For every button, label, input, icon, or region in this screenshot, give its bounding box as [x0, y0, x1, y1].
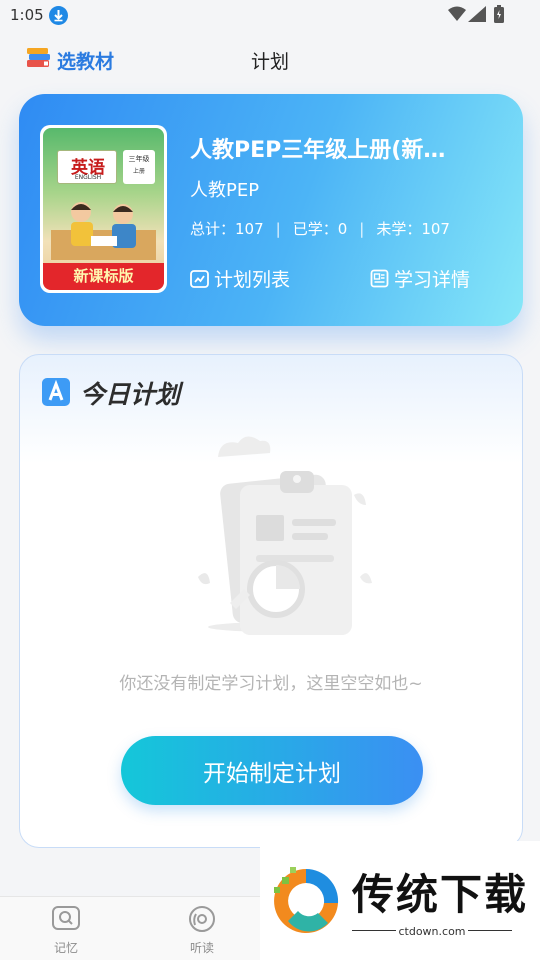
- cover-illustration: [51, 202, 156, 260]
- stat-separator: |: [275, 220, 281, 238]
- nav-label-memory: 记忆: [53, 941, 78, 955]
- plan-list-label: 计划列表: [214, 268, 291, 291]
- status-bar: 1:05: [0, 0, 540, 32]
- status-time: 1:05: [10, 6, 44, 24]
- app-header: 选教材 计划: [0, 38, 540, 82]
- cover-band: 新课标版: [43, 263, 164, 290]
- start-plan-button[interactable]: 开始制定计划: [121, 736, 423, 805]
- nav-item-listen[interactable]: 听读: [162, 905, 242, 956]
- cover-title-box: 英语 ENGLISH: [57, 150, 117, 184]
- book-cover-image: 英语 ENGLISH 三年级 上册 新课标版: [43, 128, 164, 290]
- page-title: 计划: [250, 51, 289, 73]
- cover-grade-box: 三年级 上册: [123, 150, 155, 184]
- document-icon: [370, 269, 389, 287]
- cover-volume: 上册: [132, 168, 145, 175]
- letter-a-icon: [41, 377, 71, 411]
- study-detail-label: 学习详情: [394, 268, 471, 291]
- stat-learned: 已学：0: [292, 220, 348, 238]
- watermark-title: 传统下载: [352, 870, 529, 919]
- watermark-url: ctdown.com: [398, 925, 466, 938]
- today-plan-title: 今日计划: [80, 380, 181, 409]
- today-plan-card: 今日计划 你还没有制定学习计划，这里空空如也~ 开始制定计划: [19, 354, 523, 848]
- stat-separator: |: [359, 220, 365, 238]
- stat-total: 总计：107: [190, 220, 264, 238]
- download-icon: [49, 6, 68, 25]
- current-book-card[interactable]: 英语 ENGLISH 三年级 上册 新课标版 人教PEP三年级上册(新… 人教P…: [19, 94, 523, 326]
- book-title: 人教PEP三年级上册(新…: [190, 138, 446, 163]
- signal-icon: [468, 6, 486, 26]
- empty-clipboard-icon: [198, 436, 372, 635]
- book-publisher: 人教PEP: [190, 180, 260, 201]
- battery-icon: [494, 5, 504, 27]
- stat-unlearned: 未学：107: [376, 220, 450, 238]
- cover-english: ENGLISH: [74, 174, 102, 181]
- empty-state-text: 你还没有制定学习计划，这里空空如也~: [119, 674, 423, 694]
- wifi-icon: [448, 6, 466, 26]
- study-detail-button[interactable]: 学习详情: [370, 264, 470, 292]
- chart-icon: [190, 269, 209, 288]
- book-cover: 英语 ENGLISH 三年级 上册 新课标版: [40, 125, 167, 293]
- watermark-logo: [274, 867, 339, 933]
- cover-grade: 三年级: [128, 155, 150, 163]
- nav-item-memory[interactable]: 记忆: [26, 905, 106, 956]
- book-stats: 总计：107 | 已学：0 | 未学：107: [190, 218, 450, 239]
- nav-label-listen: 听读: [189, 941, 214, 955]
- watermark: 传统下载 ctdown.com: [260, 841, 540, 960]
- listen-icon: [189, 906, 215, 932]
- memory-icon: [52, 906, 80, 930]
- plan-list-button[interactable]: 计划列表: [190, 264, 290, 292]
- watermark-rule-right: [468, 930, 512, 931]
